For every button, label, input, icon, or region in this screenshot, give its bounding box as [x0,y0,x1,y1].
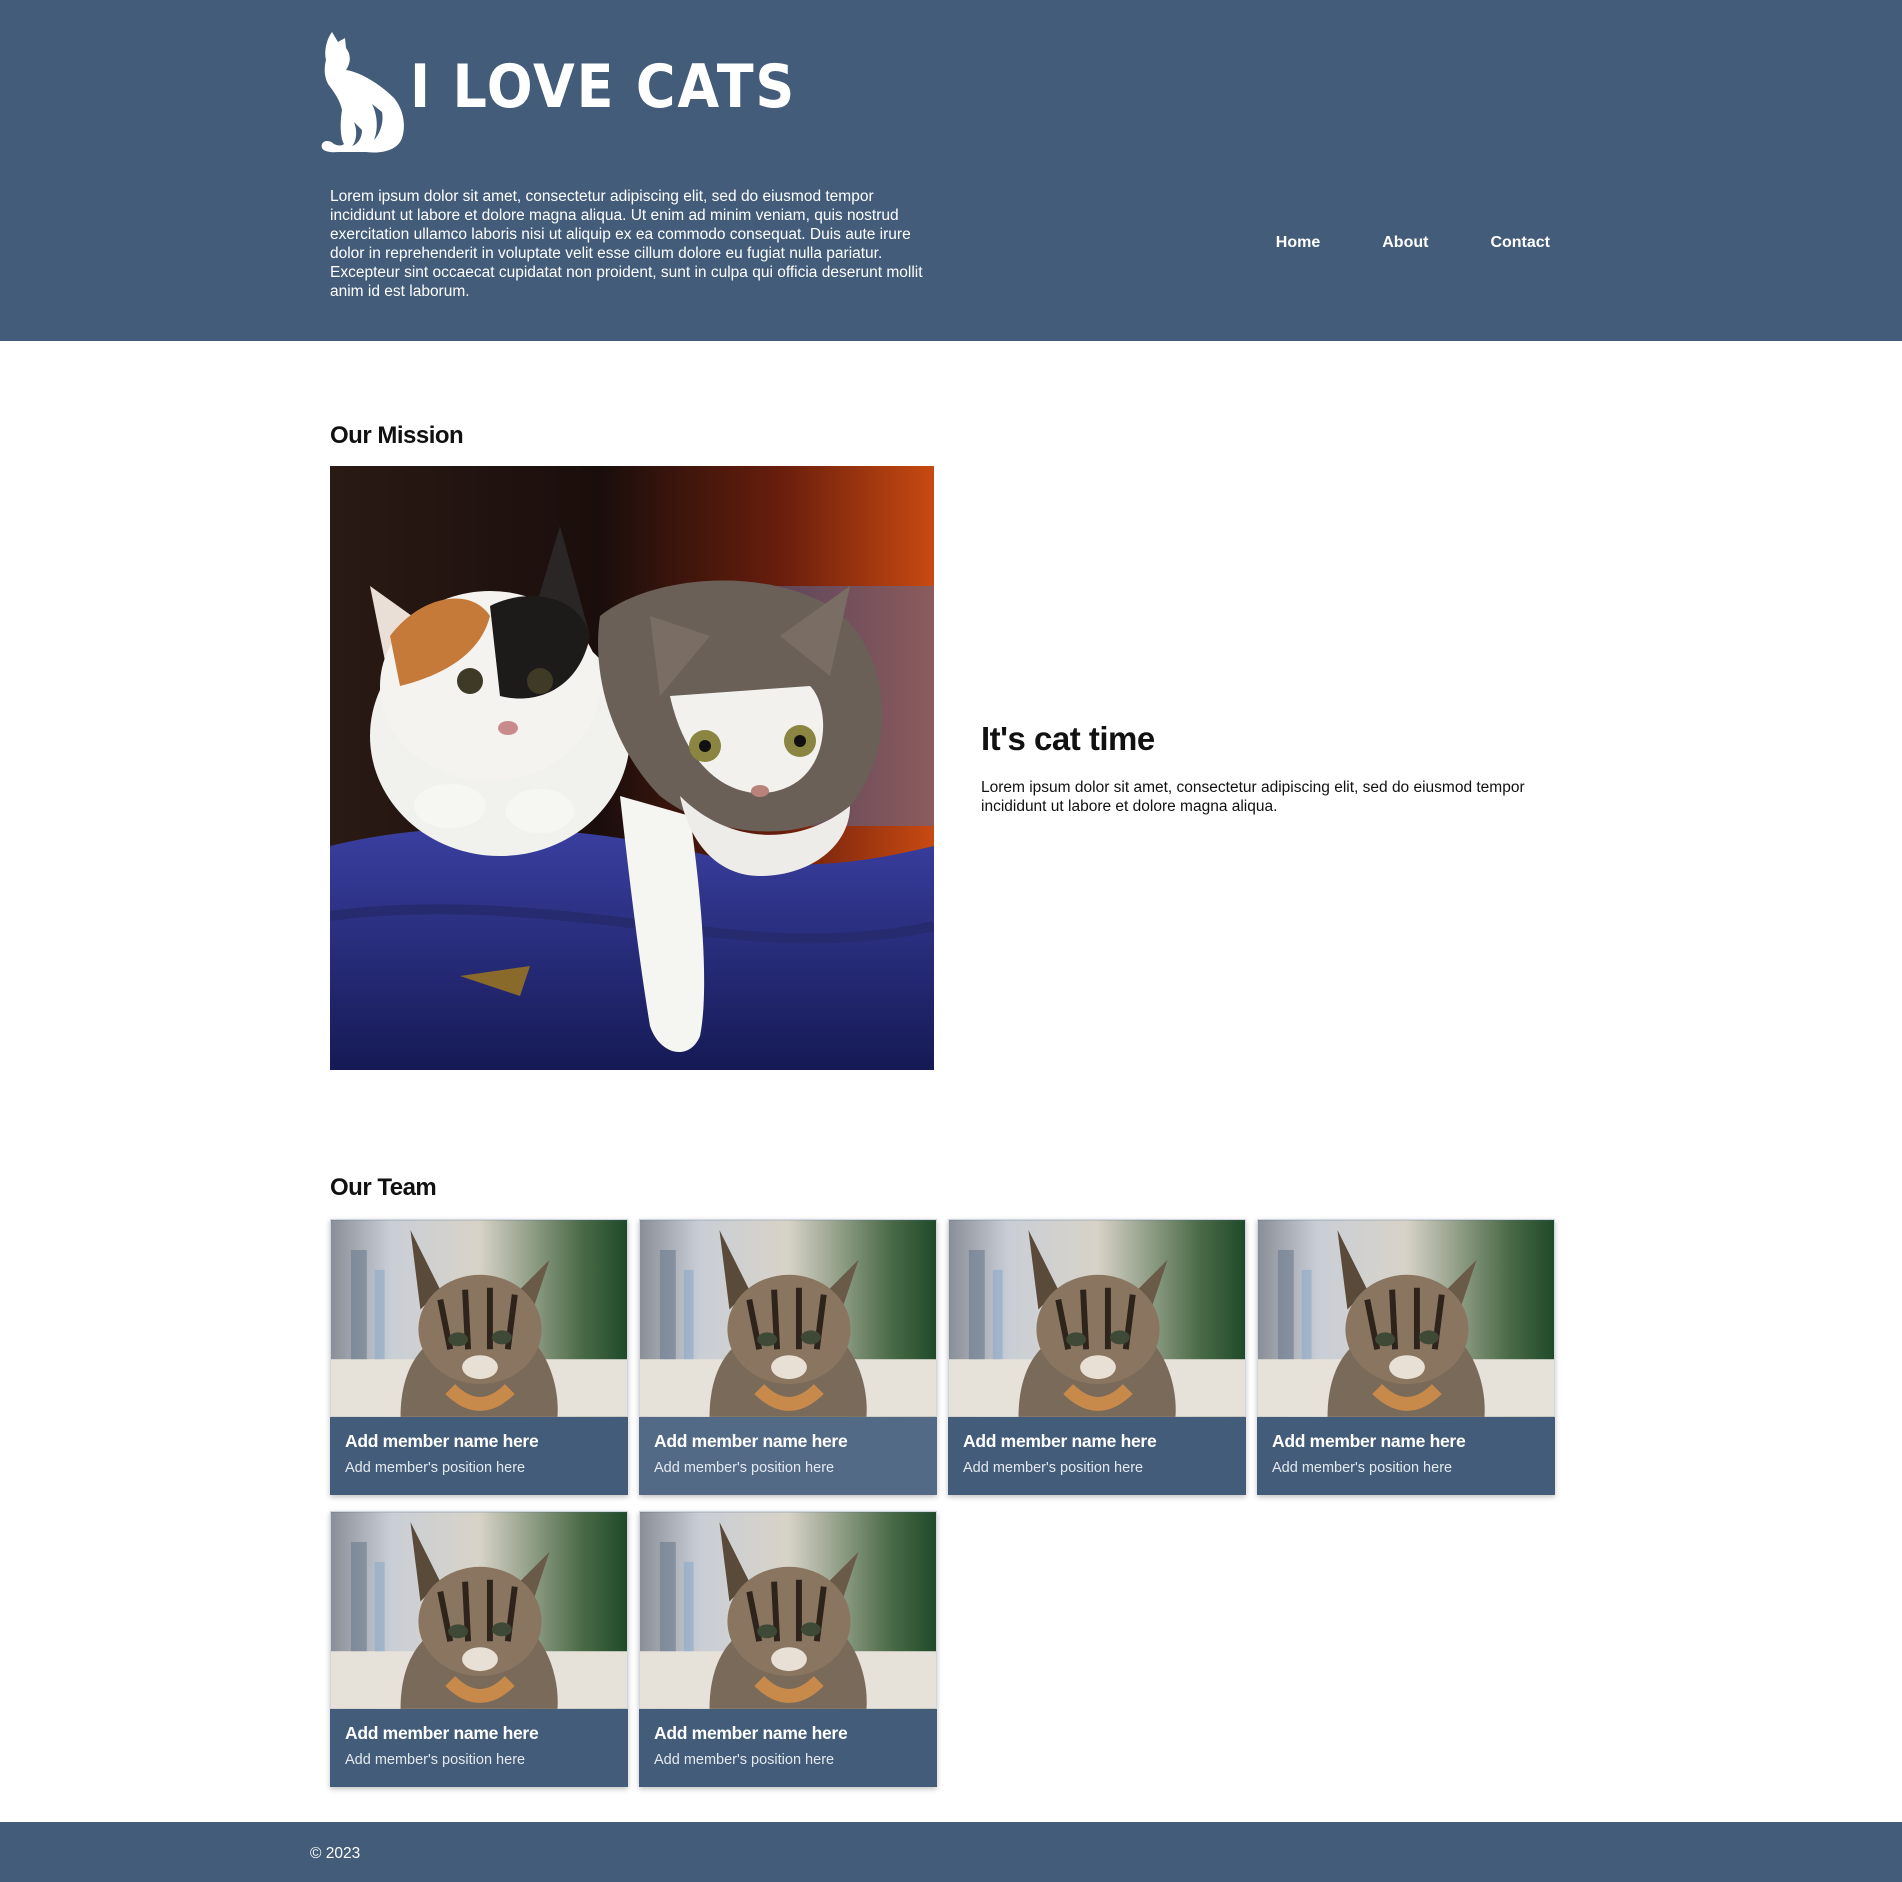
team-title: Our Team [330,1174,437,1201]
team-grid: Add member name here Add member's positi… [330,1219,1558,1787]
team-member-photo [948,1219,1246,1417]
member-position: Add member's position here [345,1460,526,1476]
team-member-photo [330,1511,628,1709]
mission-paragraph: Lorem ipsum dolor sit amet, consectetur … [981,779,1525,815]
member-position: Add member's position here [654,1752,835,1768]
team-card-body: Add member name here Add member's positi… [948,1417,1246,1476]
member-name: Add member name here [345,1431,539,1451]
team-card[interactable]: Add member name here Add member's positi… [330,1219,628,1495]
mission-content: It's cat time Lorem ipsum dolor sit amet… [981,720,1561,816]
member-name: Add member name here [654,1723,848,1743]
team-card-body: Add member name here Add member's positi… [330,1417,628,1476]
team-card-body: Add member name here Add member's positi… [330,1709,628,1768]
mission-title: Our Mission [330,422,464,449]
team-member-photo [1257,1219,1555,1417]
cat-silhouette-icon [321,32,404,153]
mission-photo-two-kittens [330,466,934,1070]
member-name: Add member name here [345,1723,539,1743]
member-name: Add member name here [1272,1431,1466,1451]
member-position: Add member's position here [1272,1460,1453,1476]
nav-home[interactable]: Home [1276,234,1320,252]
mission-heading: It's cat time [981,720,1155,757]
member-position: Add member's position here [654,1460,835,1476]
logo-text: I LOVE CATS [410,52,797,122]
team-member-photo [330,1219,628,1417]
member-name: Add member name here [963,1431,1157,1451]
member-position: Add member's position here [345,1752,526,1768]
intro-text: Lorem ipsum dolor sit amet, consectetur … [330,188,923,300]
nav-about[interactable]: About [1382,234,1428,252]
team-card[interactable]: Add member name here Add member's positi… [948,1219,1246,1495]
site-header: I LOVE CATS Lorem ipsum dolor sit amet, … [0,0,1902,341]
member-position: Add member's position here [963,1460,1144,1476]
team-card-body: Add member name here Add member's positi… [639,1709,937,1768]
nav-contact[interactable]: Contact [1490,234,1550,252]
team-card[interactable]: Add member name here Add member's positi… [330,1511,628,1787]
main-nav: Home About Contact [1276,234,1550,252]
member-name: Add member name here [654,1431,848,1451]
site-footer [0,1822,1902,1882]
team-card[interactable]: Add member name here Add member's positi… [639,1219,937,1495]
team-member-photo [639,1219,937,1417]
copyright-text: © 2023 [310,1845,361,1862]
team-card[interactable]: Add member name here Add member's positi… [1257,1219,1555,1495]
team-card[interactable]: Add member name here Add member's positi… [639,1511,937,1787]
site-logo[interactable]: I LOVE CATS [318,26,794,156]
team-member-photo [639,1511,937,1709]
team-card-body: Add member name here Add member's positi… [639,1417,937,1476]
team-card-body: Add member name here Add member's positi… [1257,1417,1555,1476]
